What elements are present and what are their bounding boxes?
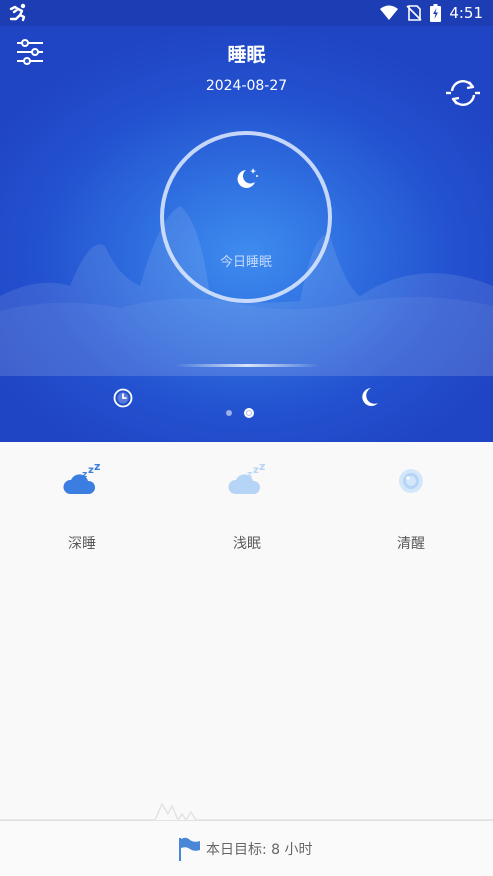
moon-icon[interactable] xyxy=(361,387,379,407)
svg-text:z: z xyxy=(259,462,265,473)
sleep-hero-panel: 睡眠 2024-08-27 今日睡眠 xyxy=(0,26,493,442)
status-icons: 4:51 xyxy=(380,3,483,23)
deep-sleep-label: 深睡 xyxy=(68,536,96,552)
running-icon xyxy=(9,3,26,22)
today-sleep-label: 今日睡眠 xyxy=(219,255,272,270)
flag-icon xyxy=(179,837,200,861)
pulse-line-decoration xyxy=(0,802,493,822)
awake-label: 清醒 xyxy=(397,536,425,552)
page-title: 睡眠 xyxy=(227,44,266,66)
page-dot-2[interactable] xyxy=(244,408,254,418)
svg-text:z: z xyxy=(94,462,100,473)
page-indicator xyxy=(226,408,254,418)
svg-text:z: z xyxy=(82,470,87,480)
date-label[interactable]: 2024-08-27 xyxy=(0,78,493,94)
divider-line xyxy=(175,364,320,367)
awake-eye-icon xyxy=(399,469,423,493)
daily-goal-bar[interactable]: 本日目标: 8 小时 xyxy=(0,820,493,876)
wifi-icon xyxy=(380,5,399,20)
battery-charging-icon xyxy=(430,4,442,22)
sleep-ring xyxy=(160,131,332,303)
no-sim-icon xyxy=(406,5,422,21)
status-bar: 4:51 xyxy=(0,0,493,26)
svg-text:z: z xyxy=(247,470,252,480)
stat-deep-sleep: z z z 深睡 xyxy=(12,442,152,553)
clock-time: 4:51 xyxy=(449,4,483,22)
daily-goal-text: 本日目标: 8 小时 xyxy=(206,842,313,858)
moon-star-icon xyxy=(237,168,258,188)
sync-icon[interactable] xyxy=(445,76,481,110)
deep-sleep-cloud-icon: z z z xyxy=(63,462,100,494)
goal-content: 本日目标: 8 小时 xyxy=(178,837,313,861)
stat-awake: 清醒 xyxy=(341,442,481,553)
page-dot-1[interactable] xyxy=(226,410,232,416)
light-sleep-label: 浅眠 xyxy=(233,536,261,552)
clock-icon[interactable] xyxy=(113,388,133,408)
light-sleep-cloud-icon: z z z xyxy=(228,462,265,494)
sleep-stats: z z z 深睡 z z z 浅眠 清醒 xyxy=(0,442,493,592)
stat-light-sleep: z z z 浅眠 xyxy=(177,442,317,553)
